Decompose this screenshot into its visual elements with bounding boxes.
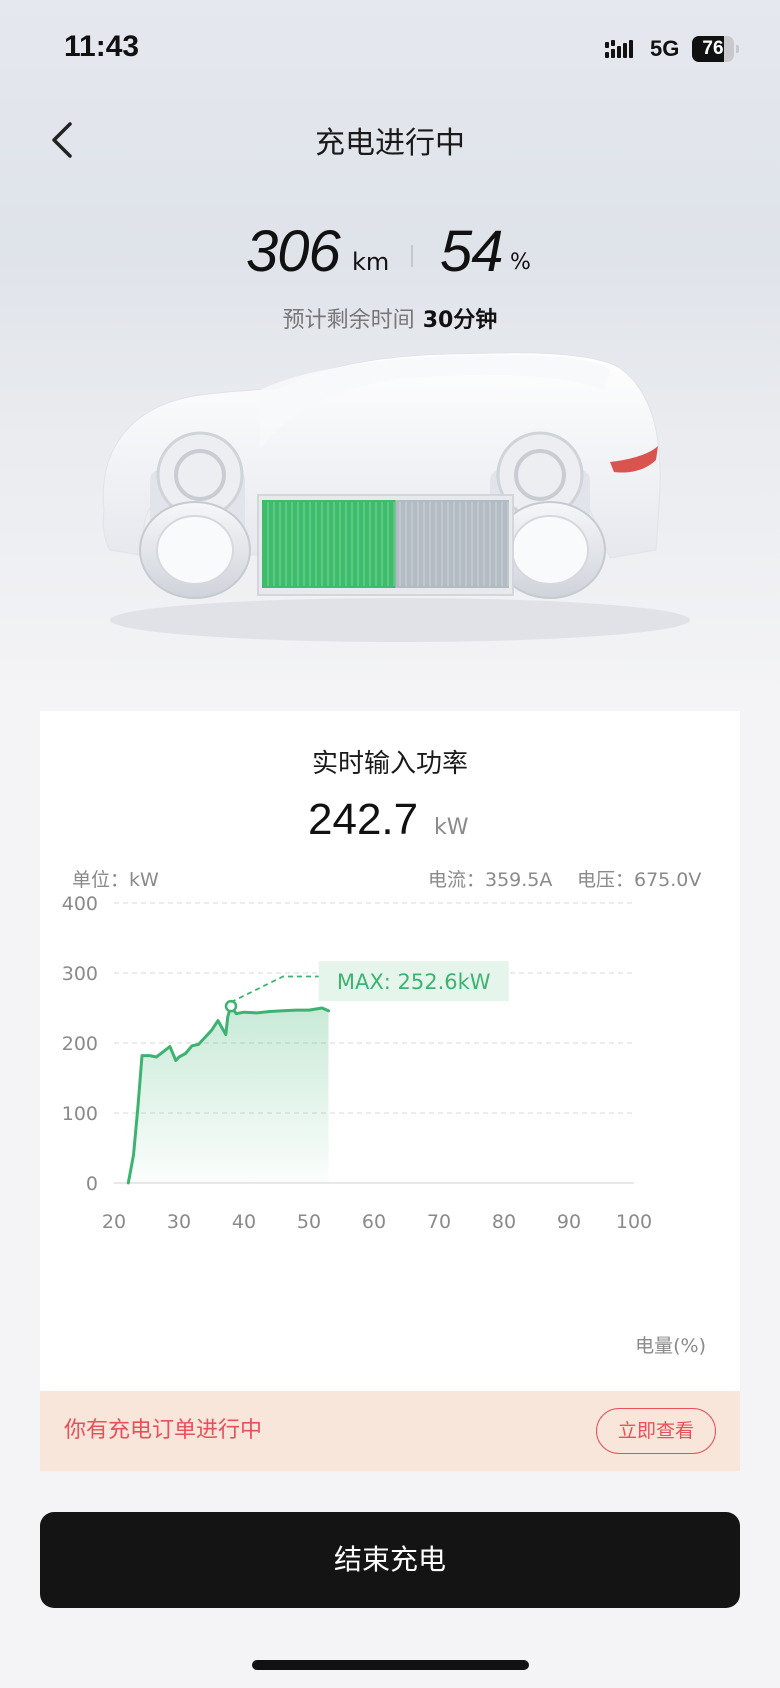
battery-pack: [262, 500, 509, 588]
network-type: 5G: [650, 36, 680, 61]
home-indicator: [252, 1660, 529, 1670]
car-illustration: [102, 352, 690, 642]
page-title: 充电进行中: [315, 126, 465, 161]
order-banner: 你有充电订单进行中 立即查看: [40, 1391, 740, 1471]
end-charging-button[interactable]: 结束充电: [40, 1512, 740, 1608]
power-area: [128, 1006, 329, 1183]
x-tick-label: 60: [362, 1211, 386, 1233]
x-tick-label: 50: [297, 1211, 321, 1233]
x-tick-label: 100: [616, 1211, 652, 1233]
y-tick-label: 100: [62, 1103, 98, 1125]
x-tick-label: 90: [557, 1211, 581, 1233]
x-tick-label: 40: [232, 1211, 256, 1233]
remaining-time: 预计剩余时间 30分钟: [0, 302, 780, 334]
battery-level: 76: [702, 38, 724, 59]
y-tick-label: 300: [62, 963, 98, 985]
battery-icon: 76: [692, 36, 739, 62]
y-tick-label: 400: [62, 893, 98, 915]
max-leader-line: [230, 975, 319, 1003]
voltage-label: 电压：675.0V: [577, 869, 702, 891]
y-tick-label: 0: [86, 1173, 98, 1195]
current-label: 电流：359.5A: [428, 869, 553, 891]
power-unit: kW: [434, 815, 469, 840]
remaining-label: 预计剩余时间: [282, 308, 415, 333]
power-value: 242.7: [308, 795, 419, 844]
power-card-title: 实时输入功率: [311, 749, 468, 779]
range-value: 306: [246, 219, 341, 284]
max-label: MAX: 252.6kW: [337, 970, 491, 994]
power-chart: 0 100 200 300 400 20 30 40 50 60 70 80 90 100 MAX: 252…: [62, 893, 652, 1233]
view-order-button[interactable]: 立即查看: [596, 1408, 716, 1454]
x-tick-label: 70: [427, 1211, 451, 1233]
power-card: 实时输入功率 242.7 kW 单位：kW 电流：359.5A 电压：675.0…: [40, 711, 740, 1391]
max-point-marker: [224, 999, 238, 1013]
status-bar: 11:43 5G 76: [0, 0, 780, 100]
order-banner-text: 你有充电订单进行中: [64, 1418, 263, 1443]
signal-icon: [605, 40, 633, 58]
stats-divider: [411, 245, 413, 267]
range-unit: km: [352, 248, 390, 276]
soc-unit: %: [510, 250, 531, 275]
soc-value: 54: [440, 219, 504, 284]
remaining-value: 30分钟: [422, 308, 498, 333]
status-time: 11:43: [64, 30, 140, 63]
x-tick-label: 80: [492, 1211, 516, 1233]
x-axis-title: 电量(%): [635, 1335, 706, 1357]
x-tick-label: 20: [102, 1211, 126, 1233]
x-tick-label: 30: [167, 1211, 191, 1233]
y-tick-label: 200: [62, 1033, 98, 1055]
charging-stats: 306 km 54 %: [0, 218, 780, 288]
chart-unit-label: 单位：kW: [72, 869, 159, 891]
